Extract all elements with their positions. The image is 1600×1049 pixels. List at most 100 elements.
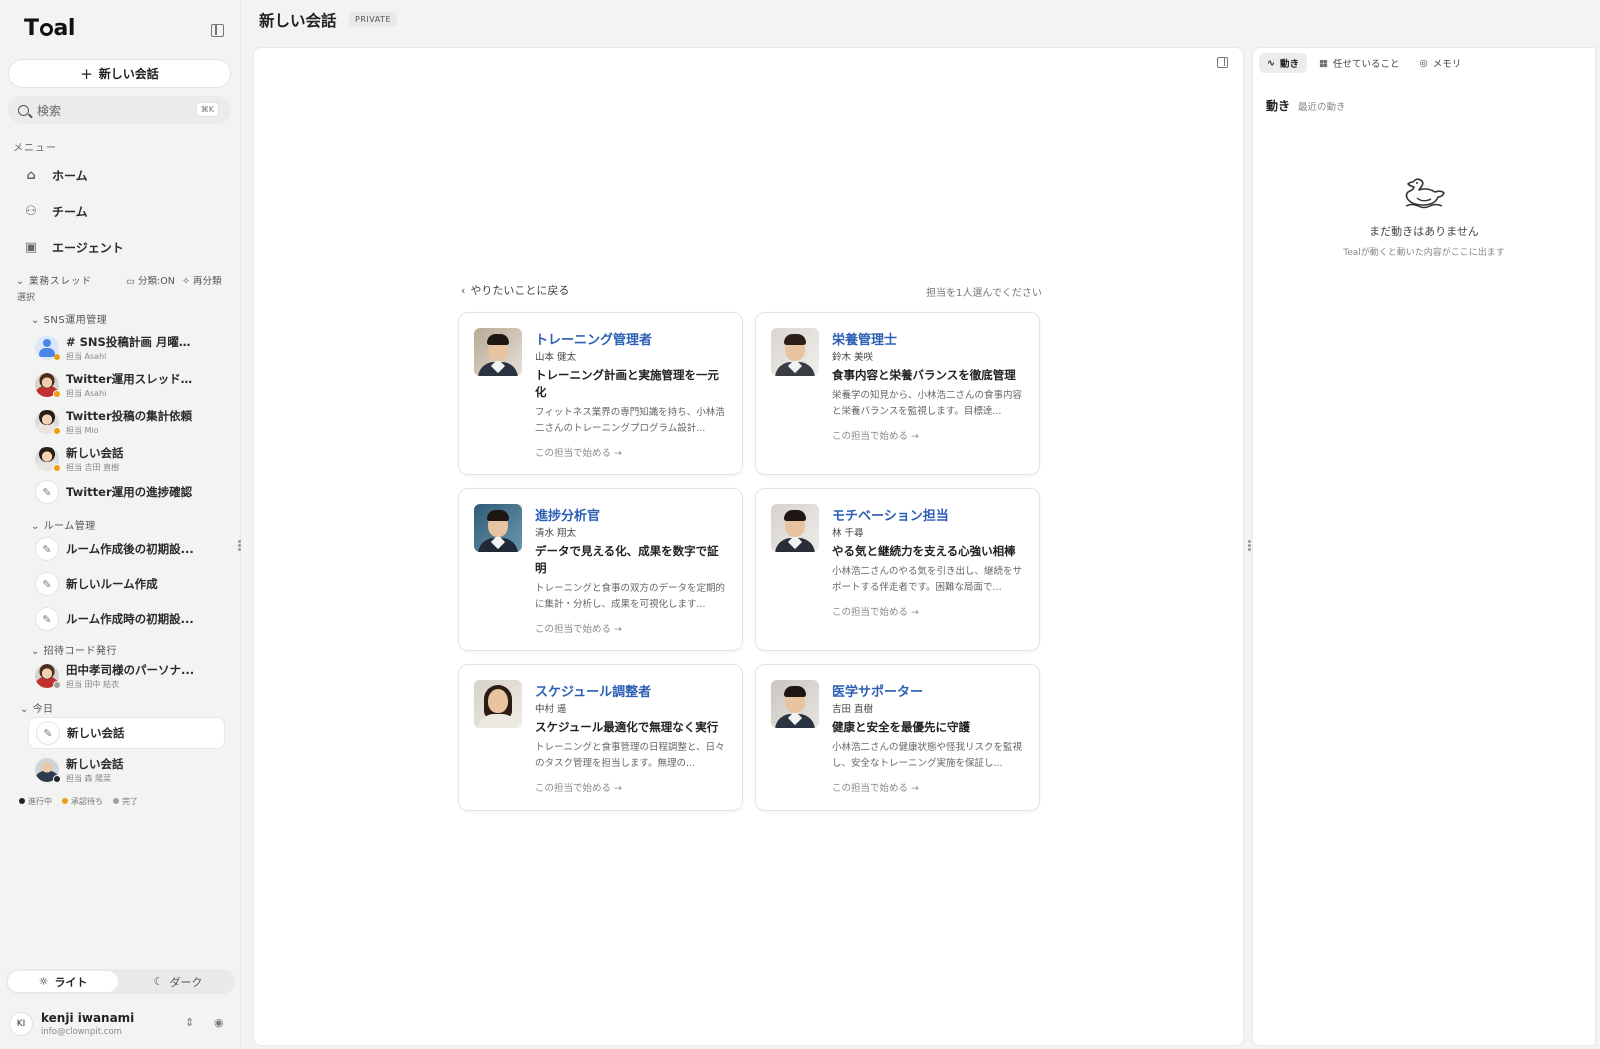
avatar [35, 664, 61, 689]
sidebar: Tal + 新しい会話 検索 ⌘K メニュー ⌂ ホーム ⚇ チーム ▣ エージ… [0, 0, 241, 1049]
start-with-agent-link[interactable]: この担当で始める → [535, 445, 622, 459]
agent-card[interactable]: トレーニング管理者 山本 健太 トレーニング計画と実施管理を一元化 フィットネス… [458, 312, 743, 475]
avatar [35, 336, 61, 361]
thread-item-active[interactable]: ✎ 新しい会話 [28, 717, 225, 749]
nav-item-team[interactable]: ⚇ チーム [24, 199, 224, 223]
feather-icon: ✎ [35, 607, 59, 631]
threads-label: 業務スレッド [28, 276, 92, 287]
tab-activity[interactable]: ∿ 動き [1259, 53, 1307, 73]
theme-light-label: ライト [54, 975, 88, 989]
memory-icon: ◎ [1419, 57, 1428, 69]
nav-item-agent[interactable]: ▣ エージェント [24, 235, 224, 259]
user-profile[interactable]: KI kenji iwanami info@clownpit.com ⇕ ◉ [9, 1008, 235, 1040]
folder-icon: ▭ [126, 276, 135, 287]
thread-item[interactable]: Twitter投稿の集計依頼 担当 Mio [28, 406, 225, 438]
tab-memory[interactable]: ◎ メモリ [1411, 53, 1469, 73]
tab-delegated[interactable]: ▦ 任せていること [1311, 53, 1408, 73]
thread-item[interactable]: ✎ ルーム作成後の初期設... [28, 533, 225, 565]
select-button[interactable]: 選択 [17, 290, 35, 303]
thread-item[interactable]: ✎ ルーム作成時の初期設... [28, 603, 225, 635]
agent-photo [771, 328, 819, 376]
sidebar-collapse-icon[interactable] [211, 24, 224, 37]
tab-label: 任せていること [1332, 59, 1400, 70]
thread-item[interactable]: 田中孝司様のパーソナ... 担当 田中 結衣 [28, 660, 225, 692]
legend-in-progress: 進行中 [19, 796, 52, 807]
activity-tabs: ∿ 動き ▦ 任せていること ◎ メモリ [1259, 53, 1469, 73]
agent-photo [474, 504, 522, 552]
agent-card[interactable]: 栄養管理士 鈴木 美咲 食事内容と栄養バランスを徹底管理 栄養学の知見から、小林… [755, 312, 1040, 475]
thread-title: Twitter運用の進捗確認 [66, 485, 193, 499]
empty-state-title: まだ動きはありません [1369, 225, 1479, 238]
status-dot [53, 427, 61, 435]
thread-item[interactable]: ✎ 新しいルーム作成 [28, 568, 225, 600]
agent-card[interactable]: 医学サポーター 吉田 直樹 健康と安全を最優先に守護 小林浩二さんの健康状態や怪… [755, 664, 1040, 811]
theme-light-button[interactable]: ☼ ライト [8, 971, 118, 992]
status-dot [53, 681, 61, 689]
group-room[interactable]: ⌄ ルーム管理 [31, 517, 96, 532]
thread-assignee: 担当 森 陽菜 [66, 774, 112, 783]
classify-toggle[interactable]: ▭ 分類:ON [126, 273, 175, 287]
thread-title: Twitter投稿の集計依頼 [66, 409, 193, 423]
agent-tagline: 食事内容と栄養バランスを徹底管理 [832, 368, 1016, 382]
eye-icon[interactable]: ◉ [214, 1016, 224, 1029]
agent-tagline: データで見える化、成果を数字で証明 [535, 544, 719, 575]
group-invite[interactable]: ⌄ 招待コード発行 [31, 642, 117, 657]
thread-title: Twitter運用スレッド立... [66, 372, 196, 386]
activity-section-title: 動き [1266, 99, 1291, 113]
panel-toggle-icon[interactable] [1217, 57, 1228, 68]
back-link[interactable]: ‹ やりたいことに戻る [461, 282, 569, 298]
agent-role: スケジュール調整者 [535, 685, 652, 700]
agent-card[interactable]: 進捗分析官 清水 翔太 データで見える化、成果を数字で証明 トレーニングと食事の… [458, 488, 743, 651]
page-title: 新しい会話 [259, 12, 337, 30]
avatar [35, 373, 61, 398]
moon-icon: ☾ [153, 975, 164, 988]
agent-name: 山本 健太 [535, 352, 577, 363]
nav-item-home[interactable]: ⌂ ホーム [24, 163, 224, 187]
start-with-agent-link[interactable]: この担当で始める → [832, 604, 919, 618]
group-label: SNS運用管理 [43, 315, 108, 326]
new-chat-label: 新しい会話 [98, 67, 159, 81]
agent-card[interactable]: モチベーション担当 林 千尋 やる気と継続力を支える心強い相棒 小林浩二さんのや… [755, 488, 1040, 651]
start-with-agent-link[interactable]: この担当で始める → [535, 621, 622, 635]
thread-assignee: 担当 Mio [66, 426, 99, 435]
start-with-agent-link[interactable]: この担当で始める → [535, 780, 622, 794]
thread-item[interactable]: ✎ Twitter運用の進捗確認 [28, 476, 225, 508]
agent-name: 鈴木 美咲 [832, 352, 874, 363]
thread-item[interactable]: 新しい会話 担当 森 陽菜 [28, 754, 225, 786]
thread-item[interactable]: 新しい会話 担当 吉田 直樹 [28, 443, 225, 475]
group-today[interactable]: ⌄ 今日 [20, 700, 54, 715]
thread-title: 新しい会話 [67, 726, 125, 740]
empty-state-subtitle: Tealが動くと動いた内容がここに出ます [1343, 248, 1505, 258]
sun-icon: ☼ [38, 975, 49, 988]
theme-toggle: ☼ ライト ☾ ダーク [6, 969, 235, 994]
threads-toggle[interactable]: ⌄ 業務スレッド [16, 273, 92, 287]
app-logo[interactable]: Tal [24, 16, 75, 41]
agent-tagline: 健康と安全を最優先に守護 [832, 720, 970, 734]
agent-description: トレーニングと食事の双方のデータを定期的に集計・分析し、成果を可視化します... [535, 583, 726, 610]
agent-card[interactable]: スケジュール調整者 中村 遥 スケジュール最適化で無理なく実行 トレーニングと食… [458, 664, 743, 811]
chevron-updown-icon[interactable]: ⇕ [185, 1016, 194, 1029]
start-with-agent-link[interactable]: この担当で始める → [832, 780, 919, 794]
avatar [35, 447, 61, 472]
agent-name: 林 千尋 [832, 528, 864, 539]
agent-tagline: トレーニング計画と実施管理を一元化 [535, 368, 719, 399]
nav-label: チーム [52, 204, 88, 219]
thread-title: 新しい会話 [66, 757, 124, 771]
theme-dark-button[interactable]: ☾ ダーク [123, 971, 233, 992]
sidebar-resize-handle[interactable] [238, 539, 242, 553]
search-input[interactable]: 検索 ⌘K [8, 96, 231, 124]
thread-item[interactable]: Twitter運用スレッド立... 担当 Asahi [28, 369, 225, 401]
new-chat-button[interactable]: + 新しい会話 [8, 59, 231, 88]
agent-role: 医学サポーター [832, 685, 924, 700]
agent-description: フィットネス業界の専門知識を持ち、小林浩二さんのトレーニングプログラム設計... [535, 407, 725, 434]
agent-description: トレーニングと食事管理の日程調整と、日々のタスク管理を担当します。無理の... [535, 742, 725, 769]
thread-item[interactable]: # SNS投稿計画 月曜：... 担当 Asahi [28, 332, 225, 364]
search-placeholder: 検索 [37, 103, 62, 118]
group-sns[interactable]: ⌄ SNS運用管理 [31, 311, 107, 326]
feather-icon: ✎ [35, 480, 59, 504]
status-dot [53, 464, 61, 472]
start-with-agent-link[interactable]: この担当で始める → [832, 428, 919, 442]
agent-description: 栄養学の知見から、小林浩二さんの食事内容と栄養バランスを監視します。目標達... [832, 390, 1023, 417]
feather-icon: ✎ [36, 721, 60, 745]
reclassify-button[interactable]: ✧ 再分類 [182, 273, 222, 287]
